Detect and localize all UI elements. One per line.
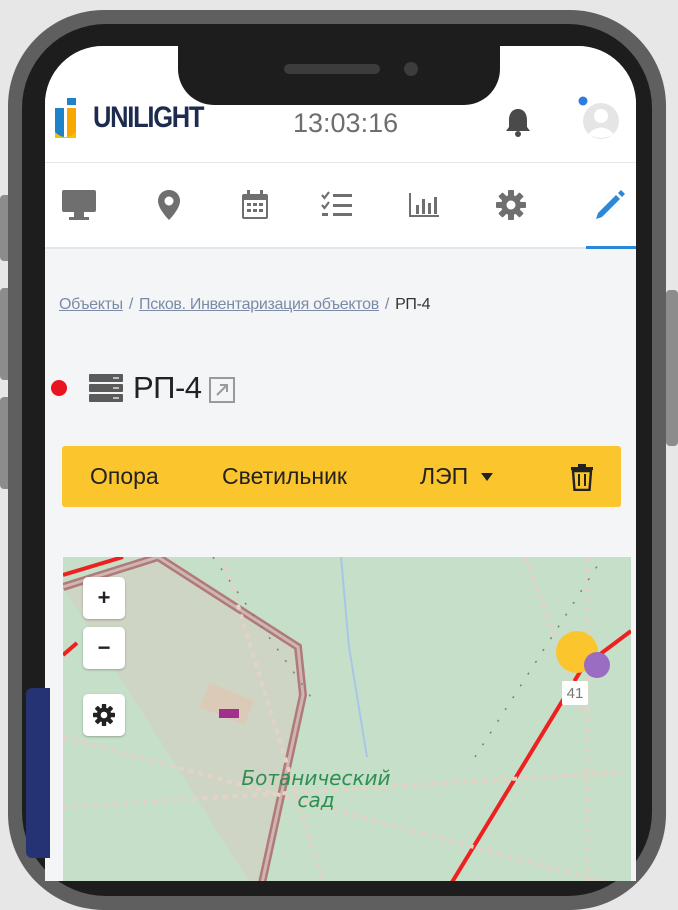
main-nav (45, 162, 636, 249)
phone-notch (178, 40, 500, 105)
nav-map[interactable] (139, 163, 199, 247)
brand-name: UNILIGHT (93, 101, 204, 134)
bar-chart-icon (409, 193, 439, 217)
gear-icon (496, 190, 526, 220)
object-toolbar: Опора Светильник ЛЭП (62, 446, 621, 507)
map-marker-icon (158, 190, 180, 220)
map-view[interactable]: + − 41 Ботанический сад (63, 557, 631, 881)
server-icon (89, 374, 123, 402)
calendar-icon (242, 190, 268, 219)
object-header: РП-4 (51, 368, 236, 408)
nav-calendar[interactable] (225, 163, 285, 247)
nav-monitor[interactable] (49, 163, 109, 247)
add-pole-button[interactable]: Опора (90, 446, 159, 507)
checklist-icon (321, 191, 352, 216)
monitor-icon (62, 190, 96, 220)
power-line-label: ЛЭП (420, 463, 469, 489)
delete-button[interactable] (570, 446, 594, 507)
trash-icon (571, 463, 593, 491)
add-luminaire-button[interactable]: Светильник (222, 446, 347, 507)
external-link-icon[interactable] (208, 376, 236, 404)
caret-down-icon (481, 472, 494, 481)
add-luminaire-label: Светильник (222, 463, 347, 489)
app-screen: UNILIGHT 13:03:16 Объекты / Псков. Инвен… (45, 46, 636, 881)
clock: 13:03:16 (293, 108, 399, 138)
app-logo[interactable]: UNILIGHT (53, 96, 223, 140)
power-line-dropdown[interactable]: ЛЭП (420, 446, 494, 507)
nav-edit[interactable] (580, 163, 636, 249)
nav-reports[interactable] (394, 163, 454, 247)
breadcrumb-current: РП-4 (395, 296, 431, 313)
zoom-in-button[interactable]: + (83, 577, 125, 619)
page-title: РП-4 (133, 370, 202, 405)
side-panel-tab[interactable] (26, 688, 50, 858)
map-place-label-line1: Ботанический (241, 766, 391, 790)
breadcrumb: Объекты / Псков. Инвентаризация объектов / Р… (59, 296, 431, 314)
status-dot-icon (51, 380, 67, 396)
add-pole-label: Опора (90, 463, 159, 489)
map-settings-button[interactable] (83, 694, 125, 736)
breadcrumb-link-pskov-inventory[interactable]: Псков. Инвентаризация объектов (139, 296, 379, 313)
front-camera (404, 62, 418, 76)
map-tiles (63, 557, 631, 881)
map-place-label: Ботанический сад (221, 767, 411, 811)
breadcrumb-link-objects[interactable]: Объекты (59, 296, 123, 313)
pencil-icon (596, 190, 625, 219)
zoom-out-button[interactable]: − (83, 627, 125, 669)
unilight-logo-icon (55, 98, 76, 138)
avatar[interactable] (576, 94, 622, 140)
nav-tasks[interactable] (307, 163, 367, 247)
house-number-label: 41 (562, 681, 588, 705)
nav-settings[interactable] (481, 163, 541, 247)
bell-icon[interactable] (503, 106, 533, 138)
phone-side-button-power (666, 290, 678, 446)
gear-icon (93, 704, 115, 726)
map-place-label-line2: сад (297, 788, 335, 812)
speaker-grille (284, 64, 380, 74)
breadcrumb-separator: / (128, 296, 134, 313)
breadcrumb-separator: / (384, 296, 390, 313)
